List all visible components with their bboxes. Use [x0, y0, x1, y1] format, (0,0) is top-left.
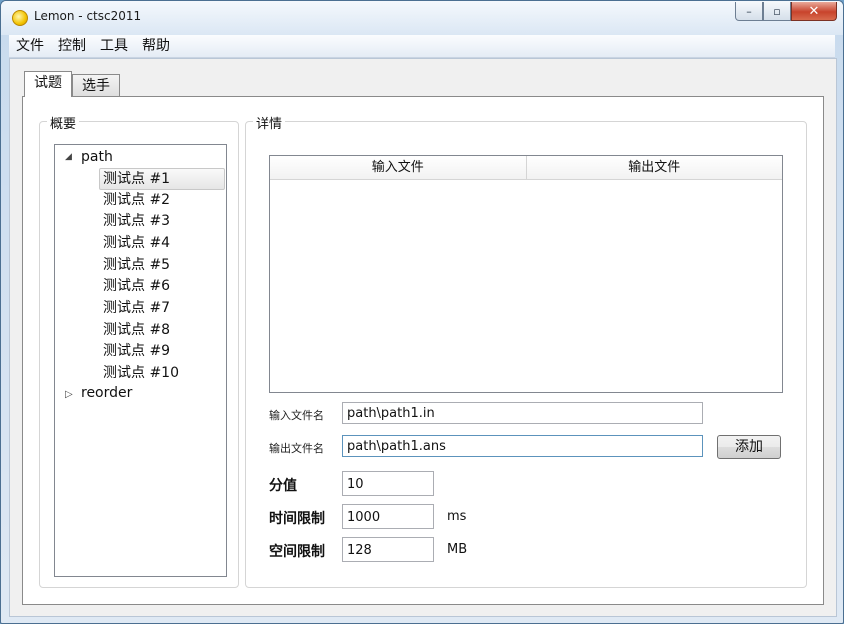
- collapsed-arrow-icon[interactable]: ▷: [65, 389, 73, 400]
- output-file-field[interactable]: path\path1.ans: [342, 435, 703, 457]
- maximize-icon: ▫: [773, 4, 781, 18]
- tree-test-4[interactable]: 测试点 #4: [100, 233, 173, 253]
- add-button[interactable]: 添加: [717, 435, 781, 459]
- memory-limit-label: 空间限制: [269, 544, 325, 560]
- tree-test-10[interactable]: 测试点 #10: [100, 363, 182, 383]
- time-limit-field[interactable]: 1000: [342, 504, 434, 529]
- minimize-button[interactable]: –: [735, 2, 763, 21]
- tab-problems[interactable]: 试题: [24, 71, 72, 97]
- close-icon: ✕: [808, 3, 820, 19]
- maximize-button[interactable]: ▫: [763, 2, 791, 21]
- score-field[interactable]: 10: [342, 471, 434, 496]
- test-files-table[interactable]: 输入文件 输出文件: [269, 155, 783, 393]
- task-tree[interactable]: ◢ path 测试点 #1 测试点 #2 测试点 #3 测试点 #4 测试点 #…: [54, 144, 227, 577]
- tree-test-8[interactable]: 测试点 #8: [100, 320, 173, 340]
- menu-help[interactable]: 帮助: [135, 35, 177, 57]
- tree-test-5[interactable]: 测试点 #5: [100, 255, 173, 275]
- caption-buttons: – ▫ ✕: [735, 2, 837, 22]
- overview-group: 概要 ◢ path 测试点 #1 测试点 #2 测试点 #3 测试点 #4 测试…: [39, 113, 239, 588]
- title-bar[interactable]: Lemon - ctsc2011 – ▫ ✕: [1, 1, 843, 35]
- problems-tab-pane: 概要 ◢ path 测试点 #1 测试点 #2 测试点 #3 测试点 #4 测试…: [22, 96, 824, 605]
- tab-contestants[interactable]: 选手: [72, 74, 120, 97]
- tree-task-reorder[interactable]: reorder: [81, 385, 132, 401]
- input-file-label: 输入文件名: [269, 409, 324, 422]
- details-group: 详情 输入文件 输出文件 输入文件名 path\path1.in 输出文件名 p…: [245, 113, 807, 588]
- tree-test-7[interactable]: 测试点 #7: [100, 298, 173, 318]
- tree-test-1[interactable]: 测试点 #1: [99, 168, 225, 190]
- overview-title: 概要: [47, 113, 80, 132]
- lemon-app-icon: [12, 10, 28, 26]
- details-title: 详情: [253, 113, 286, 132]
- menu-tools[interactable]: 工具: [93, 35, 135, 57]
- tree-test-2[interactable]: 测试点 #2: [100, 190, 173, 210]
- memory-unit: MB: [447, 542, 468, 557]
- output-file-label: 输出文件名: [269, 442, 324, 455]
- window-title: Lemon - ctsc2011: [34, 9, 142, 23]
- tab-bar: 试题 选手: [24, 71, 120, 97]
- column-input-file[interactable]: 输入文件: [270, 156, 526, 179]
- input-file-field[interactable]: path\path1.in: [342, 402, 703, 424]
- score-label: 分值: [269, 478, 297, 494]
- client-area: 试题 选手 概要 ◢ path 测试点 #1 测试点 #2 测试点 #3 测试点…: [9, 58, 837, 617]
- app-window: Lemon - ctsc2011 – ▫ ✕ 文件 控制 工具 帮助 试题 选手…: [0, 0, 844, 624]
- menu-bar: 文件 控制 工具 帮助: [9, 35, 835, 58]
- column-output-file[interactable]: 输出文件: [525, 156, 783, 179]
- menu-file[interactable]: 文件: [9, 35, 51, 57]
- time-limit-label: 时间限制: [269, 511, 325, 527]
- memory-limit-field[interactable]: 128: [342, 537, 434, 562]
- table-header: 输入文件 输出文件: [270, 156, 782, 180]
- expanded-arrow-icon[interactable]: ◢: [65, 152, 72, 162]
- tree-test-6[interactable]: 测试点 #6: [100, 276, 173, 296]
- tree-test-3[interactable]: 测试点 #3: [100, 211, 173, 231]
- time-unit: ms: [447, 509, 467, 524]
- minimize-icon: –: [746, 4, 752, 18]
- tree-task-path[interactable]: path: [81, 149, 113, 165]
- close-button[interactable]: ✕: [791, 2, 837, 21]
- menu-control[interactable]: 控制: [51, 35, 93, 57]
- tree-test-9[interactable]: 测试点 #9: [100, 341, 173, 361]
